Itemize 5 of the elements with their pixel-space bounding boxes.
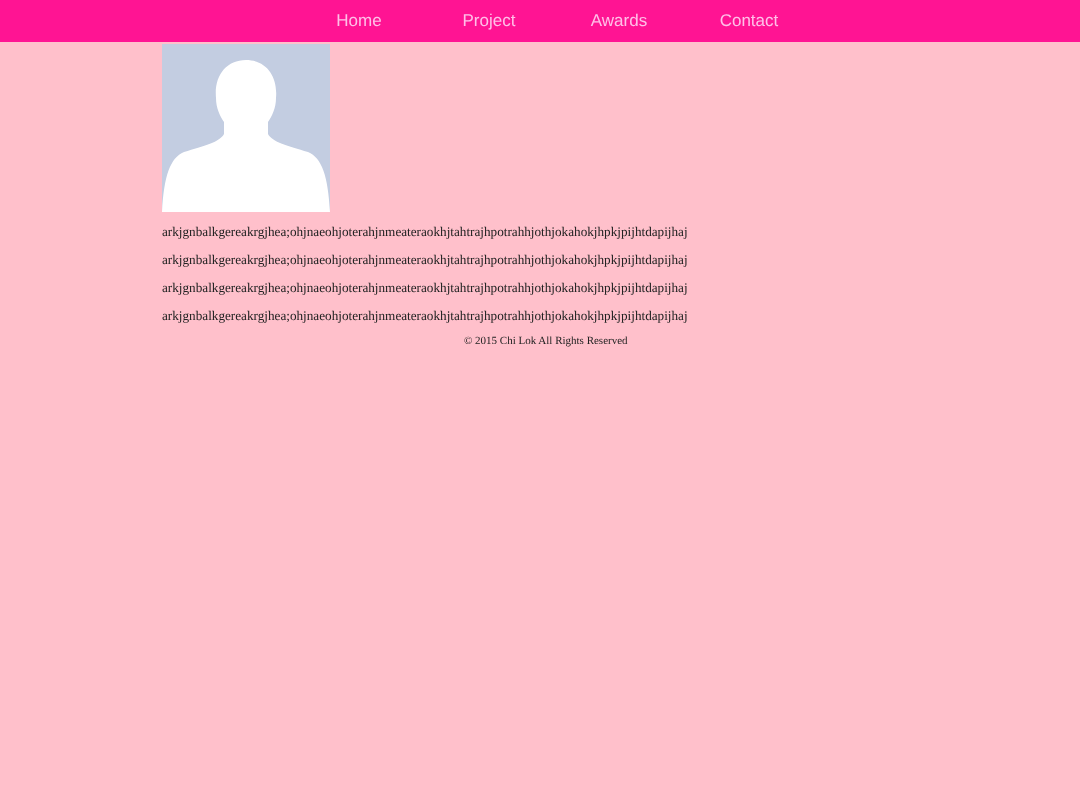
nav-link[interactable]: Awards <box>554 0 684 42</box>
avatar-icon <box>162 44 330 212</box>
nav-link[interactable]: Contact <box>684 0 814 42</box>
nav-link[interactable]: Home <box>294 0 424 42</box>
nav-link[interactable]: Project <box>424 0 554 42</box>
